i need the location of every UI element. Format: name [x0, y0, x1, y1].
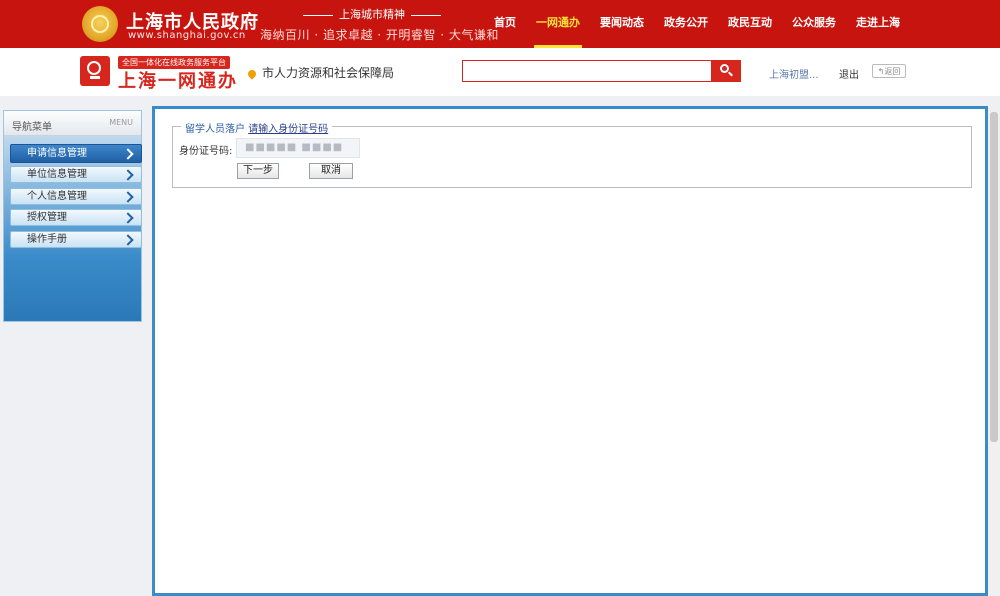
- back-button[interactable]: ↰返回: [872, 64, 906, 78]
- nav-one-stop[interactable]: 一网通办: [526, 0, 590, 48]
- next-button[interactable]: 下一步: [237, 163, 279, 179]
- chevron-right-icon: [122, 212, 134, 224]
- spirit-motto: 海纳百川 · 追求卓越 · 开明睿智 · 大气谦和: [260, 28, 499, 42]
- sidebar-item-personal[interactable]: 个人信息管理: [10, 188, 142, 205]
- nav-interaction[interactable]: 政民互动: [718, 0, 782, 48]
- location-pin-icon: [246, 67, 258, 80]
- id-form: 留学人员落户 请输入身份证号码 身份证号码: ■■■■■ ■■■■ 下一步 取消: [172, 120, 972, 188]
- sidebar-menu-label: MENU: [109, 118, 133, 127]
- user-name-link[interactable]: 上海初盟...: [769, 66, 819, 81]
- id-number-input[interactable]: ■■■■■ ■■■■: [236, 138, 360, 158]
- nav-gov-affairs[interactable]: 政务公开: [654, 0, 718, 48]
- sidebar-item-authorization[interactable]: 授权管理: [10, 209, 142, 226]
- chevron-right-icon: [122, 148, 134, 160]
- nav-news[interactable]: 要闻动态: [590, 0, 654, 48]
- nav-home[interactable]: 首页: [484, 0, 526, 48]
- brand-title[interactable]: 上海一网通办: [118, 67, 238, 93]
- search-button[interactable]: [711, 60, 741, 82]
- one-stop-logo-icon[interactable]: [80, 56, 110, 86]
- sidebar-title: 导航菜单: [12, 122, 52, 133]
- logout-link[interactable]: 退出: [839, 66, 859, 81]
- main-nav: 首页 一网通办 要闻动态 政务公开 政民互动 公众服务 走进上海: [484, 0, 910, 48]
- sidebar-item-company[interactable]: 单位信息管理: [10, 166, 142, 183]
- form-legend: 留学人员落户 请输入身份证号码: [181, 120, 333, 135]
- top-banner: 上海市人民政府 www.shanghai.gov.cn 上海城市精神 海纳百川 …: [0, 0, 1000, 48]
- spirit-title: 上海城市精神: [297, 6, 447, 22]
- sidebar-item-manual[interactable]: 操作手册: [10, 231, 142, 248]
- id-number-label: 身份证号码:: [179, 146, 233, 157]
- chevron-right-icon: [122, 191, 134, 203]
- city-emblem-icon: [82, 6, 118, 42]
- main-panel: 留学人员落户 请输入身份证号码 身份证号码: ■■■■■ ■■■■ 下一步 取消: [152, 106, 988, 596]
- page-scrollbar[interactable]: [988, 106, 1000, 592]
- department-label: 市人力资源和社会保障局: [246, 64, 394, 81]
- search-input[interactable]: [462, 60, 712, 82]
- scrollbar-thumb[interactable]: [990, 112, 998, 442]
- chevron-right-icon: [122, 234, 134, 246]
- gov-url: www.shanghai.gov.cn: [128, 30, 246, 41]
- nav-about-shanghai[interactable]: 走进上海: [846, 0, 910, 48]
- chevron-right-icon: [122, 169, 134, 181]
- cancel-button[interactable]: 取消: [309, 163, 353, 179]
- nav-public-service[interactable]: 公众服务: [782, 0, 846, 48]
- nav-sidebar: 导航菜单 MENU 申请信息管理 单位信息管理 个人信息管理 授权管理 操作手册: [3, 110, 142, 322]
- sidebar-item-application[interactable]: 申请信息管理: [10, 144, 142, 163]
- sidebar-header: 导航菜单 MENU: [4, 111, 141, 136]
